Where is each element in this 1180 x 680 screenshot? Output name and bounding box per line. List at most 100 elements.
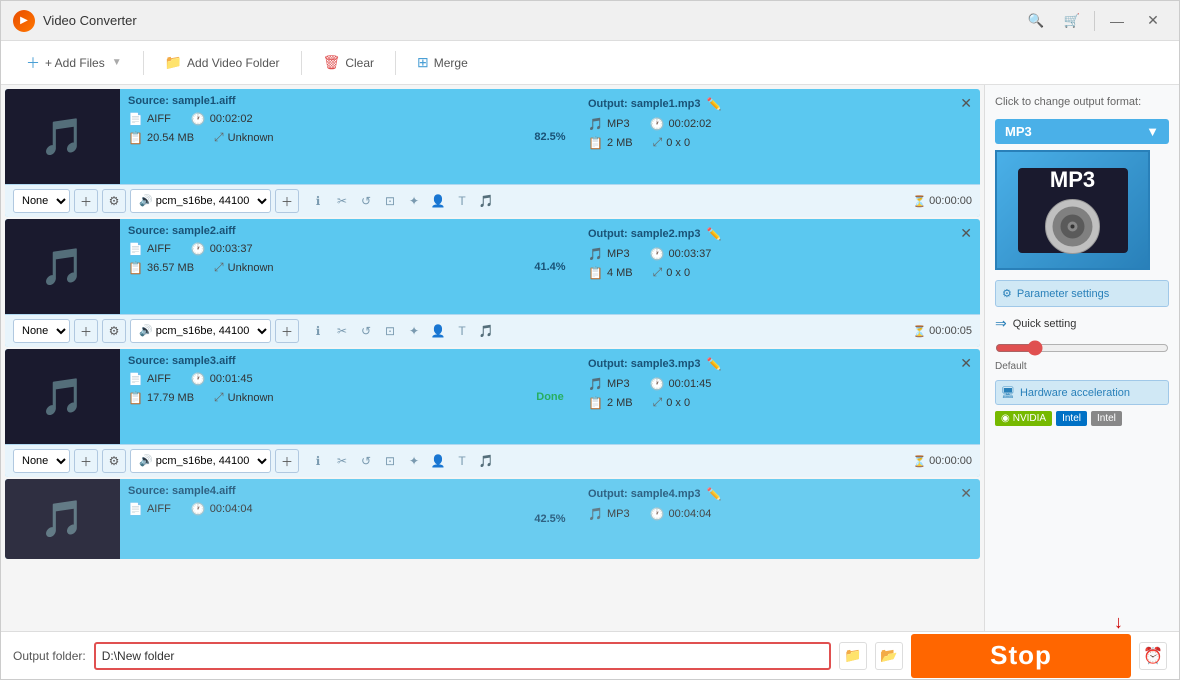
music-note-icon: 🎵 bbox=[40, 498, 85, 540]
alarm-button[interactable]: ⏰ bbox=[1139, 642, 1167, 670]
add-audio-btn[interactable]: ＋ bbox=[275, 319, 299, 343]
remove-file-button[interactable]: ✕ bbox=[960, 485, 972, 502]
minimize-button[interactable]: — bbox=[1103, 10, 1131, 32]
add-audio-btn[interactable]: ＋ bbox=[275, 189, 299, 213]
rotate-btn[interactable]: ↺ bbox=[355, 190, 377, 212]
edit-icon[interactable]: ✏️ bbox=[706, 227, 721, 241]
audio-edit-btn[interactable]: 🎵 bbox=[475, 450, 497, 472]
quick-icon: ⇒ bbox=[995, 315, 1007, 332]
format-icon: 📄 bbox=[128, 372, 143, 386]
audio-select[interactable]: 🔊 pcm_s16be, 44100 bbox=[130, 319, 271, 343]
edit-icon[interactable]: ✏️ bbox=[706, 357, 721, 371]
nvidia-badge: ◉ NVIDIA bbox=[995, 411, 1052, 426]
rotate-btn[interactable]: ↺ bbox=[355, 450, 377, 472]
cut-btn[interactable]: ✂ bbox=[331, 320, 353, 342]
intel-badge-2: Intel bbox=[1091, 411, 1122, 426]
watermark-btn[interactable]: 👤 bbox=[427, 320, 449, 342]
file-thumbnail: 🎵 bbox=[5, 479, 120, 559]
cart-button[interactable]: 🛒 bbox=[1058, 10, 1086, 32]
output-label: Output: sample1.mp3 bbox=[588, 98, 700, 110]
file-toolbar-2: None ＋ ⚙ 🔊 pcm_s16be, 44100 ＋ ℹ ✂ ↺ ⊡ ✦ … bbox=[5, 314, 980, 347]
add-audio-btn[interactable]: ＋ bbox=[275, 449, 299, 473]
mp3-icon: 🎵 bbox=[588, 507, 603, 521]
file-list: 🎵 Source: sample1.aiff 📄AIFF 🕐00:02:02 📋… bbox=[1, 85, 984, 631]
quick-setting-row: ⇒ Quick setting bbox=[995, 315, 1169, 332]
remove-file-button[interactable]: ✕ bbox=[960, 225, 972, 242]
music-note-icon: 🎵 bbox=[40, 116, 85, 158]
browse-folder-button[interactable]: 📁 bbox=[839, 642, 867, 670]
format-icon: 📄 bbox=[128, 502, 143, 516]
merge-button[interactable]: ⊞ Merge bbox=[404, 48, 481, 78]
subtitle-select[interactable]: None bbox=[13, 189, 70, 213]
remove-file-button[interactable]: ✕ bbox=[960, 355, 972, 372]
audio-edit-btn[interactable]: 🎵 bbox=[475, 190, 497, 212]
clear-button[interactable]: 🗑 Clear bbox=[310, 48, 387, 78]
add-subtitle-btn[interactable]: ＋ bbox=[74, 319, 98, 343]
subtitle-settings-btn[interactable]: ⚙ bbox=[102, 449, 126, 473]
clock-icon: 🕐 bbox=[191, 372, 206, 386]
info-btn[interactable]: ℹ bbox=[307, 190, 329, 212]
file-icon: 📋 bbox=[128, 131, 143, 145]
info-btn[interactable]: ℹ bbox=[307, 320, 329, 342]
add-files-button[interactable]: ＋ + Add Files ▼ bbox=[13, 48, 135, 78]
quality-slider-container: Default bbox=[995, 340, 1169, 372]
subtitle-settings-btn[interactable]: ⚙ bbox=[102, 189, 126, 213]
arrow-indicator: ↓ bbox=[1114, 612, 1123, 633]
format-label: MP3 bbox=[1005, 124, 1032, 139]
clock-icon: 🕐 bbox=[191, 242, 206, 256]
crop-btn[interactable]: ⊡ bbox=[379, 450, 401, 472]
quality-slider[interactable] bbox=[995, 340, 1169, 356]
file-output-info: Output: sample4.mp3 ✏️ ✕ 🎵MP3 🕐00:04:04 bbox=[580, 479, 980, 559]
close-button[interactable]: ✕ bbox=[1139, 10, 1167, 32]
add-folder-button[interactable]: 📁 Add Video Folder bbox=[152, 48, 293, 78]
time-display: ⏳ 00:00:05 bbox=[912, 325, 972, 338]
crop-btn[interactable]: ⊡ bbox=[379, 320, 401, 342]
crop-btn[interactable]: ⊡ bbox=[379, 190, 401, 212]
audio-edit-btn[interactable]: 🎵 bbox=[475, 320, 497, 342]
remove-file-button[interactable]: ✕ bbox=[960, 95, 972, 112]
add-subtitle-btn[interactable]: ＋ bbox=[74, 189, 98, 213]
edit-icon[interactable]: ✏️ bbox=[706, 487, 721, 501]
format-selector[interactable]: MP3 ▼ bbox=[995, 119, 1169, 144]
plus-icon: ＋ bbox=[26, 53, 40, 73]
effect-btn[interactable]: ✦ bbox=[403, 450, 425, 472]
file-item: 🎵 Source: sample1.aiff 📄AIFF 🕐00:02:02 📋… bbox=[5, 89, 980, 217]
file-item: 🎵 Source: sample2.aiff 📄AIFF 🕐00:03:37 📋… bbox=[5, 219, 980, 347]
stop-button[interactable]: Stop bbox=[911, 634, 1131, 678]
audio-select[interactable]: 🔊 pcm_s16be, 44100 bbox=[130, 189, 271, 213]
subtitle-edit-btn[interactable]: T bbox=[451, 450, 473, 472]
subtitle-settings-btn[interactable]: ⚙ bbox=[102, 319, 126, 343]
hw-icon: 🖥 bbox=[1001, 386, 1015, 399]
edit-icon[interactable]: ✏️ bbox=[706, 97, 721, 111]
subtitle-edit-btn[interactable]: T bbox=[451, 190, 473, 212]
format-change-title: Click to change output format: bbox=[995, 95, 1169, 109]
parameter-settings-button[interactable]: ⚙ Parameter settings bbox=[995, 280, 1169, 307]
info-btn[interactable]: ℹ bbox=[307, 450, 329, 472]
file-thumbnail: 🎵 bbox=[5, 89, 120, 184]
file-icon: 📋 bbox=[128, 261, 143, 275]
search-button[interactable]: 🔍 bbox=[1022, 10, 1050, 32]
format-icon: 📄 bbox=[128, 242, 143, 256]
cut-btn[interactable]: ✂ bbox=[331, 450, 353, 472]
watermark-btn[interactable]: 👤 bbox=[427, 190, 449, 212]
file-item: 🎵 Source: sample4.aiff 📄AIFF 🕐00:04:04 4… bbox=[5, 479, 980, 559]
watermark-btn[interactable]: 👤 bbox=[427, 450, 449, 472]
cut-btn[interactable]: ✂ bbox=[331, 190, 353, 212]
size-icon: 📋 bbox=[588, 396, 603, 410]
gpu-badges: ◉ NVIDIA Intel Intel bbox=[995, 411, 1169, 426]
output-label: Output: sample3.mp3 bbox=[588, 358, 700, 370]
effect-btn[interactable]: ✦ bbox=[403, 320, 425, 342]
subtitle-select[interactable]: None bbox=[13, 449, 70, 473]
open-folder-button[interactable]: 📂 bbox=[875, 642, 903, 670]
subtitle-edit-btn[interactable]: T bbox=[451, 320, 473, 342]
file-output-info: Output: sample2.mp3 ✏️ ✕ 🎵MP3 🕐00:03:37 … bbox=[580, 219, 980, 314]
subtitle-select[interactable]: None bbox=[13, 319, 70, 343]
hardware-acceleration-button[interactable]: 🖥 Hardware acceleration bbox=[995, 380, 1169, 405]
audio-select[interactable]: 🔊 pcm_s16be, 44100 bbox=[130, 449, 271, 473]
res-icon: ⤢ bbox=[214, 260, 224, 275]
rotate-btn[interactable]: ↺ bbox=[355, 320, 377, 342]
add-subtitle-btn[interactable]: ＋ bbox=[74, 449, 98, 473]
dropdown-icon: ▼ bbox=[1146, 124, 1159, 139]
effect-btn[interactable]: ✦ bbox=[403, 190, 425, 212]
mp3-icon: 🎵 bbox=[588, 247, 603, 261]
